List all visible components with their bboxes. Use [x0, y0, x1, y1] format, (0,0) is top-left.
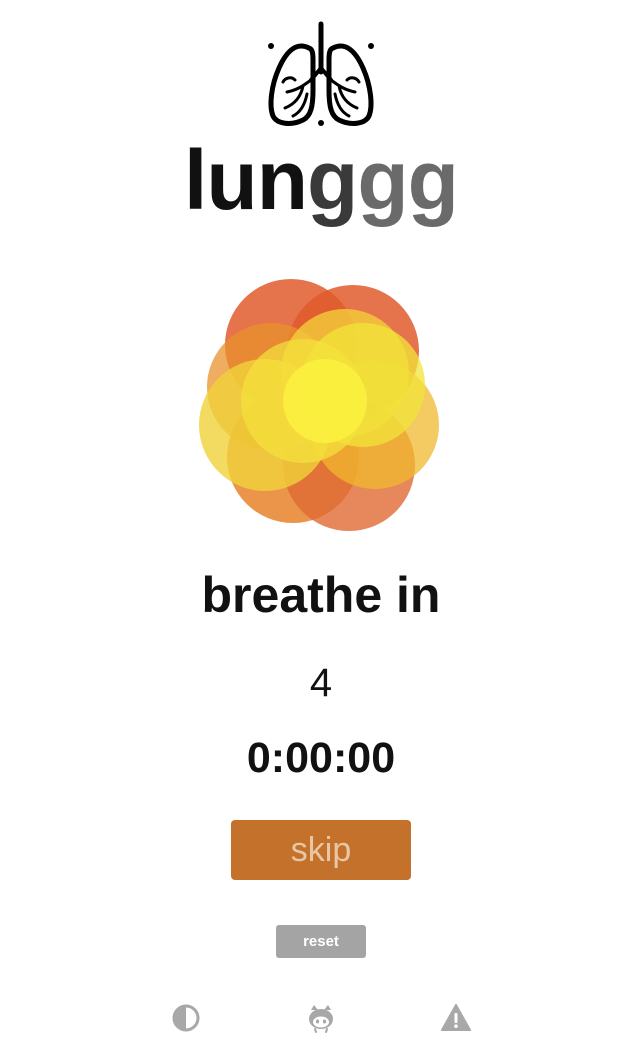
- reset-button[interactable]: reset: [276, 925, 366, 958]
- app-title-part-1: lun: [184, 133, 308, 227]
- app-title-part-3: gg: [357, 133, 459, 227]
- elapsed-timer: 0:00:00: [246, 734, 396, 782]
- bloom-graphic: [199, 279, 439, 531]
- warning-icon: [441, 1004, 471, 1031]
- breath-phase-label: breathe in: [201, 567, 441, 623]
- github-link[interactable]: [305, 1002, 337, 1034]
- app-title: lunggg: [0, 130, 642, 230]
- contrast-toggle-button[interactable]: [170, 1002, 202, 1034]
- lungs-logo: [263, 20, 379, 130]
- lungs-icon: [268, 21, 374, 126]
- contrast-icon: [172, 1004, 200, 1032]
- breath-count: 4: [309, 661, 333, 705]
- breathing-bloom: [195, 275, 447, 537]
- skip-button[interactable]: skip: [231, 820, 411, 880]
- app-title-part-2: g: [307, 133, 358, 227]
- report-issue-button[interactable]: [440, 1002, 472, 1034]
- github-icon: [309, 1005, 333, 1033]
